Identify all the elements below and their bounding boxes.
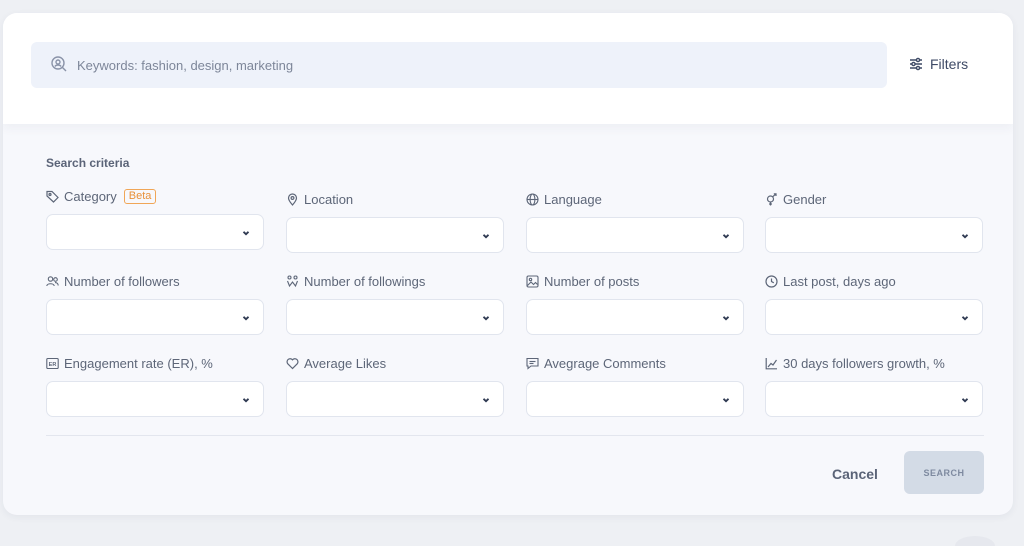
filters-label: Filters xyxy=(930,56,969,72)
field-average-comments: Avegrage Comments xyxy=(526,354,744,417)
field-label: Language xyxy=(544,191,602,207)
divider xyxy=(46,435,984,436)
svg-text:ER: ER xyxy=(49,362,57,368)
last-post-select[interactable] xyxy=(765,299,983,335)
field-followers-growth: 30 days followers growth, % xyxy=(765,354,983,417)
chevron-down-icon xyxy=(722,398,730,403)
chevron-down-icon xyxy=(722,316,730,321)
followers-growth-select[interactable] xyxy=(765,381,983,417)
category-select[interactable] xyxy=(46,214,264,250)
image-icon xyxy=(526,274,539,288)
posts-select[interactable] xyxy=(526,299,744,335)
field-label: Number of followers xyxy=(64,273,180,289)
field-label: Avegrage Comments xyxy=(544,355,666,371)
field-label: Average Likes xyxy=(304,355,387,371)
field-label: Last post, days ago xyxy=(783,273,896,289)
field-label: Category xyxy=(64,188,117,204)
field-label: 30 days followers growth, % xyxy=(783,355,945,371)
field-label: Location xyxy=(304,191,354,207)
language-select[interactable] xyxy=(526,217,744,253)
beta-badge: Beta xyxy=(123,188,157,204)
followings-icon xyxy=(286,274,299,287)
field-followers: Number of followers xyxy=(46,272,264,335)
field-language: Language xyxy=(526,190,744,253)
er-icon: ER xyxy=(46,357,59,369)
chevron-down-icon xyxy=(482,398,490,403)
growth-chart-icon xyxy=(765,357,777,369)
gender-select[interactable] xyxy=(765,217,983,253)
field-gender: Gender xyxy=(765,190,983,253)
chevron-down-icon xyxy=(482,316,490,321)
field-engagement-rate: ER Engagement rate (ER), % xyxy=(46,354,264,417)
filters-button[interactable]: Filters xyxy=(909,52,968,76)
search-panel: Filters Search criteria Category Beta Lo… xyxy=(3,13,1013,515)
field-last-post: Last post, days ago xyxy=(765,272,983,335)
engagement-rate-select[interactable] xyxy=(46,381,264,417)
chevron-down-icon xyxy=(242,316,250,321)
chevron-down-icon xyxy=(961,234,969,239)
globe-icon xyxy=(526,192,539,206)
search-box[interactable] xyxy=(31,42,887,88)
chevron-down-icon xyxy=(242,398,250,403)
filters-icon xyxy=(910,57,922,71)
clock-icon xyxy=(765,274,778,288)
section-title: Search criteria xyxy=(46,156,130,170)
field-average-likes: Average Likes xyxy=(286,354,504,417)
cancel-button[interactable]: Cancel xyxy=(823,462,887,486)
average-comments-select[interactable] xyxy=(526,381,744,417)
chevron-down-icon xyxy=(722,234,730,239)
search-bar-area: Filters xyxy=(3,13,1013,124)
comment-icon xyxy=(526,357,539,370)
keywords-input[interactable] xyxy=(77,42,867,88)
background-shape xyxy=(955,536,995,546)
field-location: Location xyxy=(286,190,504,253)
field-category: Category Beta xyxy=(46,187,264,250)
chevron-down-icon xyxy=(961,398,969,403)
followings-select[interactable] xyxy=(286,299,504,335)
heart-icon xyxy=(286,357,299,369)
field-followings: Number of followings xyxy=(286,272,504,335)
users-icon xyxy=(46,275,59,286)
chevron-down-icon xyxy=(961,316,969,321)
field-label: Number of posts xyxy=(544,273,640,289)
location-pin-icon xyxy=(287,192,298,206)
search-button[interactable]: SEARCH xyxy=(904,451,984,494)
followers-select[interactable] xyxy=(46,299,264,335)
location-select[interactable] xyxy=(286,217,504,253)
field-label: Gender xyxy=(783,191,827,207)
tag-icon xyxy=(46,190,59,203)
chevron-down-icon xyxy=(242,231,250,236)
field-label: Number of followings xyxy=(304,273,426,289)
field-label: Engagement rate (ER), % xyxy=(64,355,213,371)
average-likes-select[interactable] xyxy=(286,381,504,417)
gender-icon xyxy=(766,192,777,205)
search-icon xyxy=(49,55,69,75)
field-posts: Number of posts xyxy=(526,272,744,335)
chevron-down-icon xyxy=(482,234,490,239)
